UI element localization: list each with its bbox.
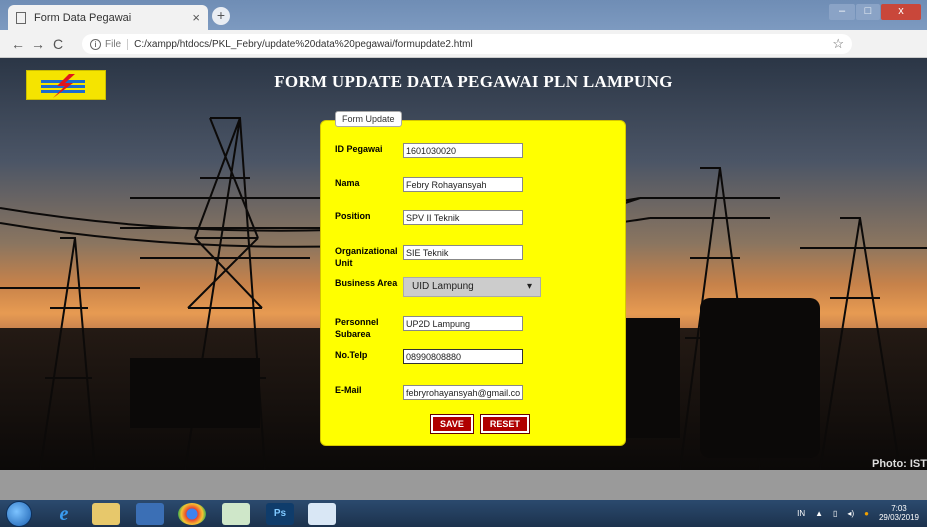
notepad-icon[interactable] — [222, 503, 250, 525]
clock-date: 29/03/2019 — [878, 513, 919, 522]
tab-close-icon[interactable]: × — [192, 10, 200, 25]
id-pegawai-label: ID Pegawai — [335, 144, 383, 154]
address-bar[interactable]: i File C:/xampp/htdocs/PKL_Febry/update%… — [82, 34, 852, 54]
personnel-subarea-input[interactable]: UP2D Lampung — [403, 316, 523, 331]
chrome-icon[interactable] — [178, 503, 206, 525]
position-input[interactable]: SPV II Teknik — [403, 210, 523, 225]
url-text[interactable]: C:/xampp/htdocs/PKL_Febry/update%20data%… — [134, 39, 473, 50]
minimize-button[interactable]: – — [829, 4, 855, 20]
business-area-label: Business Area — [335, 278, 398, 288]
chevron-down-icon: ▾ — [526, 281, 532, 292]
url-scheme: File — [105, 38, 129, 50]
info-icon[interactable]: i — [90, 38, 101, 50]
business-area-value: UID Lampung — [412, 281, 474, 292]
clock[interactable]: 7:03 29/03/2019 — [879, 504, 919, 522]
reset-button[interactable]: RESET — [479, 414, 530, 434]
bookmark-star-icon[interactable]: ☆ — [832, 36, 844, 52]
browser-toolbar: ← → C i File C:/xampp/htdocs/PKL_Febry/u… — [0, 30, 927, 82]
volume-icon[interactable]: ◂) — [847, 509, 854, 518]
start-button[interactable] — [6, 501, 32, 527]
browser-tab[interactable]: Form Data Pegawai × — [8, 5, 208, 30]
explorer-icon[interactable] — [92, 503, 120, 525]
save-button[interactable]: SAVE — [430, 414, 474, 434]
personnel-subarea-label: Personnel Subarea — [335, 317, 379, 339]
nama-label: Nama — [335, 178, 360, 188]
windows-taskbar: e Ps IN ▲ ▯ ◂) ● 7:03 29/03/2019 — [0, 500, 927, 527]
photoshop-icon[interactable]: Ps — [266, 503, 294, 525]
window-controls: – □ x — [829, 4, 921, 20]
email-label: E-Mail — [335, 385, 362, 395]
maximize-button[interactable]: □ — [856, 4, 880, 20]
back-icon[interactable]: ← — [8, 36, 28, 52]
tab-title: Form Data Pegawai — [34, 11, 132, 24]
page-title: FORM UPDATE DATA PEGAWAI PLN LAMPUNG — [274, 72, 673, 91]
photo-credit: Photo: IST — [872, 458, 927, 470]
email-input[interactable]: febryrohayansyah@gmail.co — [403, 385, 523, 400]
forward-icon[interactable]: → — [28, 36, 48, 52]
nama-input[interactable]: Febry Rohayansyah — [403, 177, 523, 192]
no-telp-label: No.Telp — [335, 350, 368, 360]
page-background: FORM UPDATE DATA PEGAWAI PLN LAMPUNG For… — [0, 58, 927, 470]
ie-icon[interactable]: e — [50, 503, 78, 525]
reload-icon[interactable]: C — [48, 36, 68, 52]
no-telp-input[interactable]: 08990808880 — [403, 349, 523, 364]
media-player-icon[interactable] — [136, 503, 164, 525]
system-tray: IN ▲ ▯ ◂) ● 7:03 29/03/2019 — [797, 504, 919, 522]
new-tab-button[interactable]: + — [212, 7, 230, 25]
business-area-select[interactable]: UID Lampung ▾ — [403, 277, 541, 297]
page-icon — [16, 11, 26, 24]
position-label: Position — [335, 211, 371, 221]
page-footer-strip — [0, 470, 927, 500]
org-unit-label: Organizational Unit — [335, 246, 398, 268]
form-legend: Form Update — [335, 111, 402, 127]
form-buttons: SAVE RESET — [430, 414, 530, 434]
update-form-panel: Form Update ID Pegawai 1601030020 Nama F… — [320, 111, 626, 446]
language-indicator[interactable]: IN — [797, 509, 805, 518]
browser-titlebar: Form Data Pegawai × + – □ x — [0, 0, 927, 30]
notification-icon[interactable]: ● — [864, 509, 869, 518]
app-icon[interactable] — [308, 503, 336, 525]
network-icon[interactable]: ▯ — [833, 509, 837, 518]
org-unit-input[interactable]: SIE Teknik — [403, 245, 523, 260]
close-window-button[interactable]: x — [881, 4, 921, 20]
tray-up-icon[interactable]: ▲ — [815, 509, 823, 518]
clock-time: 7:03 — [891, 504, 907, 513]
id-pegawai-input[interactable]: 1601030020 — [403, 143, 523, 158]
